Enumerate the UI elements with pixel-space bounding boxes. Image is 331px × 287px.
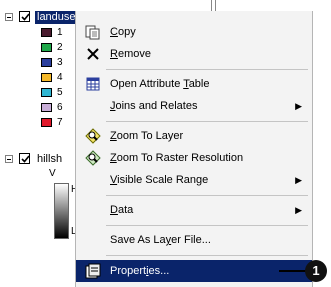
legend-label: 5	[57, 87, 63, 98]
menu-item-save-as-layer-file[interactable]: Save As Layer File...	[76, 229, 312, 251]
zoom-to-layer-icon	[85, 128, 101, 144]
remove-x-icon	[85, 46, 101, 62]
menu-label-visible-scale-range: Visible Scale Range	[110, 174, 209, 186]
menu-separator	[106, 121, 308, 122]
menu-item-data[interactable]: Data ▶	[76, 199, 312, 221]
hillshade-visibility-checkbox[interactable]	[19, 153, 30, 164]
layer-name-landuse[interactable]: landuse	[35, 11, 78, 24]
legend-label: 2	[57, 42, 63, 53]
menu-item-open-attribute-table[interactable]: Open Attribute Table	[76, 73, 312, 95]
menu-separator	[106, 225, 308, 226]
menu-label-open-attribute-table: Open Attribute Table	[110, 78, 210, 90]
menu-item-remove[interactable]: Remove	[76, 43, 312, 65]
menu-label-remove: Remove	[110, 48, 151, 60]
legend-swatch	[41, 103, 52, 112]
legend-label: 3	[57, 57, 63, 68]
menu-label-data: Data	[110, 204, 134, 216]
submenu-arrow-icon: ▶	[295, 205, 302, 215]
zoom-raster-icon	[85, 150, 101, 166]
legend-swatch	[41, 43, 52, 52]
copy-icon	[85, 24, 101, 40]
legend-label: 4	[57, 72, 63, 83]
collapse-landuse-icon[interactable]	[5, 13, 13, 21]
menu-item-zoom-to-layer[interactable]: Zoom To Layer	[76, 125, 312, 147]
table-icon	[85, 76, 101, 92]
menu-item-zoom-to-raster-resolution[interactable]: Zoom To Raster Resolution	[76, 147, 312, 169]
legend-label: 7	[57, 117, 63, 128]
properties-icon	[85, 263, 101, 279]
hillshade-color-ramp	[54, 183, 69, 239]
step-callout-badge: 1	[305, 260, 327, 282]
legend-swatch	[41, 88, 52, 97]
submenu-arrow-icon: ▶	[295, 175, 302, 185]
menu-item-visible-scale-range[interactable]: Visible Scale Range ▶	[76, 169, 312, 191]
menu-item-joins-and-relates[interactable]: Joins and Relates ▶	[76, 95, 312, 117]
check-icon	[21, 155, 30, 163]
legend-label: 1	[57, 27, 63, 38]
menu-item-copy[interactable]: Copy	[76, 21, 312, 43]
menu-separator	[106, 69, 308, 70]
menu-label-save-as-layer-file: Save As Layer File...	[110, 234, 211, 246]
collapse-hillshade-icon[interactable]	[5, 155, 13, 163]
landuse-visibility-checkbox[interactable]	[19, 11, 30, 22]
menu-label-zoom-to-layer: Zoom To Layer	[110, 130, 184, 142]
legend-swatch	[41, 28, 52, 37]
menu-label-joins-and-relates: Joins and Relates	[110, 100, 198, 112]
menu-label-properties: Properties...	[110, 265, 170, 277]
hillshade-value-label: V	[49, 168, 56, 179]
menu-item-properties[interactable]: Properties...	[76, 260, 312, 282]
check-icon	[21, 13, 30, 21]
submenu-arrow-icon: ▶	[295, 101, 302, 111]
menu-separator	[106, 255, 308, 256]
legend-swatch	[41, 73, 52, 82]
menu-label-zoom-to-raster-resolution: Zoom To Raster Resolution	[110, 152, 244, 164]
layer-name-hillshade[interactable]: hillsh	[35, 153, 64, 166]
legend-swatch	[41, 118, 52, 127]
menu-label-copy: Copy	[110, 26, 136, 38]
legend-swatch	[41, 58, 52, 67]
legend-label: 6	[57, 102, 63, 113]
menu-separator	[106, 195, 308, 196]
layer-context-menu: Copy Remove Open Attribute Table Joins a…	[75, 11, 313, 287]
